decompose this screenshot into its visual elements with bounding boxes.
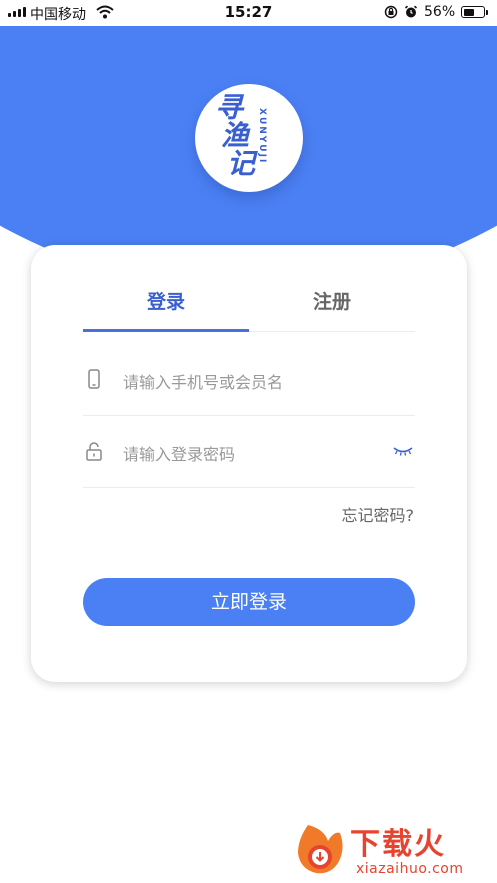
clock: 15:27 (224, 3, 273, 21)
password-field[interactable]: 请输入登录密码 (83, 415, 415, 488)
tab-login[interactable]: 登录 (83, 287, 249, 314)
login-button[interactable]: 立即登录 (83, 578, 415, 626)
alarm-icon (404, 5, 418, 18)
forgot-password-link[interactable]: 忘记密码? (342, 502, 415, 526)
orientation-lock-icon (384, 5, 398, 19)
watermark-brand: 下载火 (350, 827, 446, 862)
battery-level (463, 8, 474, 16)
lock-icon (86, 442, 102, 461)
phone-input-placeholder[interactable]: 请输入手机号或会员名 (123, 369, 283, 393)
phone-icon (88, 369, 100, 389)
status-bar: 中国移动 15:27 56% (0, 0, 497, 26)
flame-logo-icon (298, 825, 343, 874)
watermark: 下载火 xiazaihuo.com (290, 817, 490, 881)
active-tab-indicator (83, 329, 249, 332)
app-logo: 寻 渔 记 XUNYUJI (195, 84, 303, 192)
login-card: 登录 注册 请输入手机号或会员名 请输入登录密码 忘记密码? 立即登录 (31, 245, 467, 682)
watermark-url: xiazaihuo.com (356, 861, 464, 877)
eye-closed-icon[interactable] (393, 445, 413, 457)
logo-latin: XUNYUJI (257, 108, 267, 165)
phone-field[interactable]: 请输入手机号或会员名 (83, 343, 415, 416)
auth-tabs: 登录 注册 (83, 273, 415, 332)
battery-icon (461, 6, 488, 18)
logo-char: 记 (227, 147, 256, 180)
battery-percent: 56% (424, 4, 456, 20)
password-input-placeholder[interactable]: 请输入登录密码 (123, 441, 235, 465)
tab-register[interactable]: 注册 (249, 287, 415, 314)
